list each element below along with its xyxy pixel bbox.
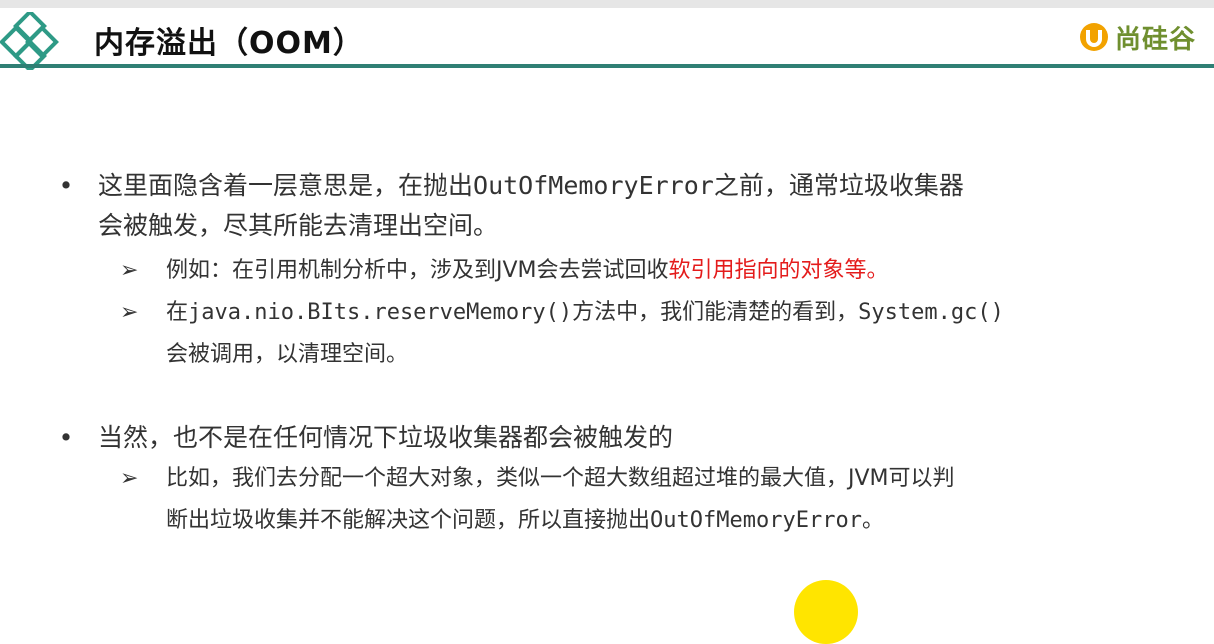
sub-bullet-item: ➢ 在java.nio.BIts.reserveMemory()方法中，我们能清… bbox=[58, 292, 1168, 376]
arrow-bullet-icon: ➢ bbox=[120, 300, 139, 325]
code-text: System.gc() bbox=[858, 300, 1004, 325]
brand-u-icon bbox=[1079, 23, 1108, 51]
diamond-logo-icon bbox=[0, 12, 59, 70]
sub-bullet-item: ➢ 例如：在引用机制分析中，涉及到JVM会去尝试回收软引用指向的对象等。 bbox=[58, 250, 1168, 292]
sub-bullet-line: 会被调用，以清理空间。 bbox=[166, 342, 409, 367]
arrow-bullet-icon: ➢ bbox=[120, 258, 139, 283]
bullet-item: • 这里面隐含着一层意思是，在抛出OutOfMemoryError之前，通常垃圾… bbox=[58, 166, 1168, 246]
bullet-item: • 当然，也不是在任何情况下垃圾收集器都会被触发的 bbox=[58, 418, 1168, 458]
bullet-dot: • bbox=[58, 171, 74, 200]
top-strip bbox=[0, 0, 1214, 8]
bullet-dot: • bbox=[58, 423, 74, 452]
arrow-bullet-icon: ➢ bbox=[120, 466, 139, 491]
bullet-line: 这里面隐含着一层意思是，在抛出OutOfMemoryError之前，通常垃圾收集… bbox=[98, 171, 964, 200]
sub-bullet-item: ➢ 比如，我们去分配一个超大对象，类似一个超大数组超过堆的最大值，JVM可以判 … bbox=[58, 458, 1168, 542]
brand-name: 尚硅谷 bbox=[1114, 24, 1196, 55]
highlighted-text: 软引用指向的对象等。 bbox=[668, 258, 889, 283]
title-underline bbox=[0, 64, 1214, 68]
slide-title: 内存溢出（OOM） bbox=[94, 26, 364, 61]
slide-body: • 这里面隐含着一层意思是，在抛出OutOfMemoryError之前，通常垃圾… bbox=[58, 166, 1168, 542]
code-text: java.nio.BIts.reserveMemory() bbox=[188, 300, 573, 325]
sub-bullet-line: 在java.nio.BIts.reserveMemory()方法中，我们能清楚的… bbox=[166, 300, 1004, 325]
bullet-line: 会被触发，尽其所能去清理出空间。 bbox=[98, 211, 499, 240]
code-text: OutOfMemoryError bbox=[473, 171, 714, 200]
sub-bullet-line: 断出垃圾收集并不能解决这个问题，所以直接抛出OutOfMemoryError。 bbox=[166, 508, 884, 533]
pointer-highlight bbox=[794, 580, 858, 644]
bullet-line: 当然，也不是在任何情况下垃圾收集器都会被触发的 bbox=[98, 423, 674, 452]
slide-header: 内存溢出（OOM） 尚硅谷 bbox=[0, 0, 1214, 70]
brand-logo: 尚硅谷 bbox=[1079, 20, 1196, 55]
sub-bullet-line: 比如，我们去分配一个超大对象，类似一个超大数组超过堆的最大值，JVM可以判 bbox=[166, 466, 955, 491]
code-text: OutOfMemoryError bbox=[650, 508, 862, 533]
